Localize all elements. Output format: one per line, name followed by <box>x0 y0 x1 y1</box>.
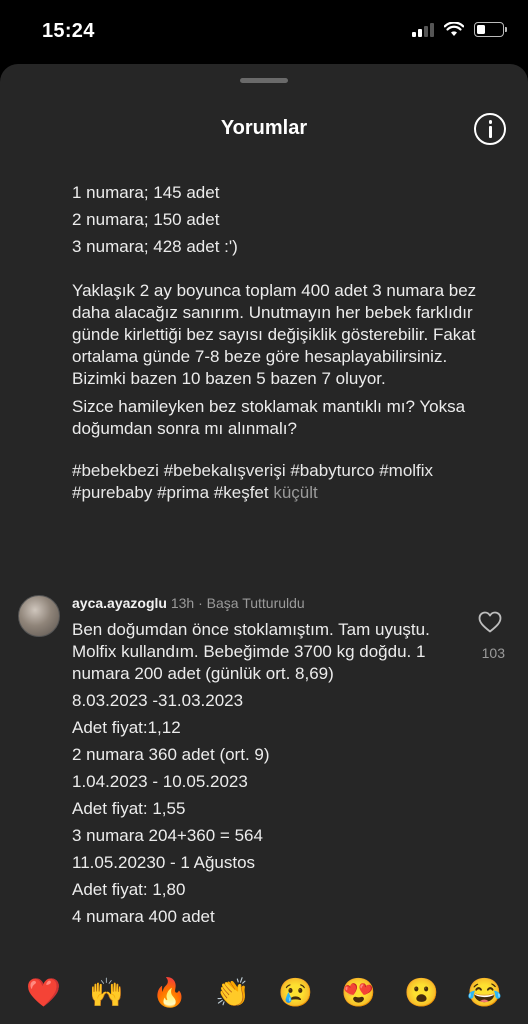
surprised-emoji-button[interactable]: 😮 <box>404 979 439 1007</box>
crying-emoji-button[interactable]: 😢 <box>278 979 313 1007</box>
caption-paragraph: Yaklaşık 2 ay boyunca toplam 400 adet 3 … <box>72 281 477 388</box>
status-time: 15:24 <box>42 20 95 42</box>
comment-meta: ayca.ayazoglu 13h · Başa Tutturuldu <box>72 595 305 611</box>
comment-line: 8.03.2023 -31.03.2023 <box>72 691 244 710</box>
comment-line: Adet fiyat: 1,55 <box>72 799 186 818</box>
hashtag-link[interactable]: #bebekalışverişi <box>164 461 286 480</box>
laughing-emoji-button[interactable]: 😂 <box>467 979 502 1007</box>
cellular-signal-icon <box>412 22 434 37</box>
hashtag-link[interactable]: #molfix <box>379 461 433 480</box>
hashtag-link[interactable]: #babyturco <box>290 461 374 480</box>
meta-separator: · <box>198 595 203 611</box>
caption-question: Sizce hamileyken bez stoklamak mantıklı … <box>72 397 466 438</box>
heart-emoji-button[interactable]: ❤️ <box>26 979 61 1007</box>
hashtag-link[interactable]: #purebaby <box>72 483 152 502</box>
drag-handle[interactable] <box>240 78 288 83</box>
emoji-reaction-bar: ❤️ 🙌 🔥 👏 😢 😍 😮 😂 <box>0 962 528 1024</box>
comment-line: Adet fiyat:1,12 <box>72 718 181 737</box>
comment-line: 11.05.20230 - 1 Ağustos <box>72 853 256 872</box>
info-icon[interactable] <box>474 113 506 145</box>
avatar[interactable] <box>18 595 60 637</box>
fire-emoji-button[interactable]: 🔥 <box>152 979 187 1007</box>
sheet-title: Yorumlar <box>220 117 308 139</box>
clapping-emoji-button[interactable]: 👏 <box>215 979 250 1007</box>
collapse-link[interactable]: küçült <box>273 483 317 502</box>
comment-line: 3 numara 204+360 = 564 <box>72 826 263 845</box>
hashtag-list: #bebekbezi #bebekalışverişi #babyturco #… <box>72 460 492 504</box>
comment-line: Adet fiyat: 1,80 <box>72 880 186 899</box>
comment-time: 13h <box>170 595 195 611</box>
caption-line: 2 numara; 150 adet <box>72 210 220 229</box>
caption-line: 3 numara; 428 adet :') <box>72 237 238 256</box>
caption-line: 1 numara; 145 adet <box>72 183 220 202</box>
hashtag-link[interactable]: #prima <box>157 483 209 502</box>
comment-text: Ben doğumdan önce stoklamıştım. Tam uyuş… <box>72 619 452 933</box>
comments-sheet: Yorumlar 1 numara; 145 adet 2 numara; 15… <box>0 64 528 1024</box>
hashtag-link[interactable]: #keşfet <box>214 483 269 502</box>
status-icons <box>412 22 507 37</box>
hashtag-link[interactable]: #bebekbezi <box>72 461 159 480</box>
like-count: 103 <box>481 645 505 661</box>
wifi-icon <box>444 22 464 36</box>
comment-line: 2 numara 360 adet (ort. 9) <box>72 745 270 764</box>
status-bar: 15:24 <box>0 0 528 64</box>
heart-icon[interactable] <box>478 611 502 633</box>
raising-hands-emoji-button[interactable]: 🙌 <box>89 979 124 1007</box>
post-caption: 1 numara; 145 adet 2 numara; 150 adet 3 … <box>72 182 492 504</box>
comment-line: 4 numara 400 adet <box>72 907 215 926</box>
pinned-label: Başa Tutturuldu <box>206 595 305 611</box>
comment-line: 1.04.2023 - 10.05.2023 <box>72 772 248 791</box>
comment-line: Ben doğumdan önce stoklamıştım. Tam uyuş… <box>72 620 430 683</box>
battery-icon <box>474 22 507 37</box>
heart-eyes-emoji-button[interactable]: 😍 <box>341 979 376 1007</box>
comment-username[interactable]: ayca.ayazoglu <box>72 595 167 611</box>
